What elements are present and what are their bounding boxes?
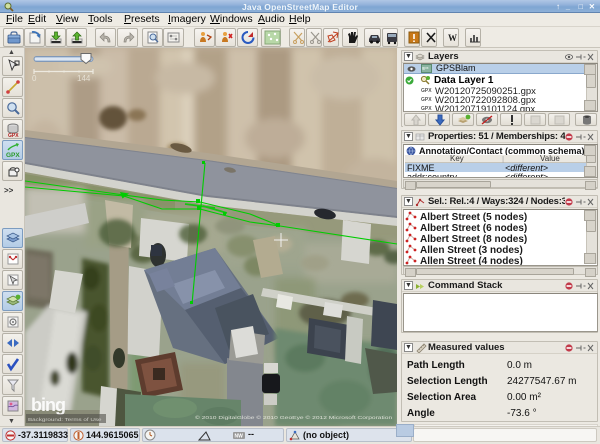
svg-text:bing: bing	[31, 395, 65, 415]
svg-text:144: 144	[77, 74, 91, 83]
svg-text:NW: NW	[235, 434, 244, 440]
svg-text:© 2010 DigitalGlobe © 2010 Geo: © 2010 DigitalGlobe © 2010 GeoEye © 2012…	[195, 414, 393, 420]
svg-text:W: W	[448, 33, 457, 43]
svg-text:GPX: GPX	[8, 133, 19, 138]
svg-text:0: 0	[32, 74, 37, 83]
svg-text:GPX: GPX	[6, 152, 20, 159]
svg-text:Background: Terms of Use: Background: Terms of Use	[28, 417, 102, 422]
